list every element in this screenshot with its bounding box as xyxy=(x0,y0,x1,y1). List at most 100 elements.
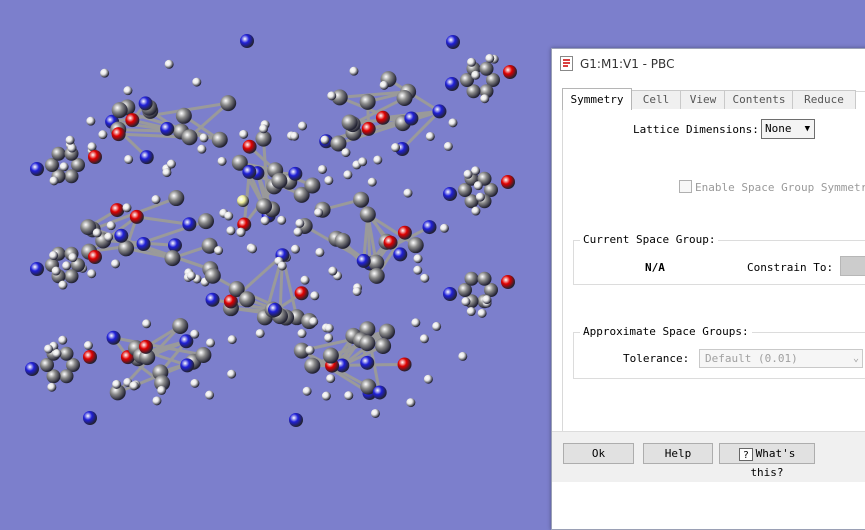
hydrogen-atom xyxy=(478,309,487,318)
hydrogen-atom xyxy=(318,165,327,174)
carbon-atom xyxy=(60,347,74,361)
carbon-atom xyxy=(304,358,320,374)
nitrogen-atom xyxy=(30,262,44,276)
nitrogen-atom xyxy=(445,77,459,91)
hydrogen-atom xyxy=(122,203,131,212)
oxygen-atom xyxy=(88,250,102,264)
hydrogen-atom xyxy=(403,189,412,198)
oxygen-atom xyxy=(384,236,398,250)
nitrogen-atom xyxy=(206,293,220,307)
hydrogen-atom xyxy=(142,319,151,328)
hydrogen-atom xyxy=(248,244,257,253)
hydrogen-atom xyxy=(100,69,109,78)
nitrogen-atom xyxy=(443,287,457,301)
tab-cell[interactable]: Cell xyxy=(630,90,682,109)
hydrogen-atom xyxy=(60,162,69,171)
hydrogen-atom xyxy=(52,349,61,358)
enable-symmetry-checkbox[interactable] xyxy=(679,180,692,193)
carbon-atom xyxy=(195,347,211,363)
hydrogen-atom xyxy=(261,216,270,225)
oxygen-atom xyxy=(398,357,412,371)
window-title: G1:M1:V1 - PBC xyxy=(580,57,674,71)
hydrogen-atom xyxy=(214,246,223,255)
title-bar[interactable]: G1:M1:V1 - PBC xyxy=(552,49,865,80)
hydrogen-atom xyxy=(391,143,400,152)
tab-symmetry[interactable]: Symmetry xyxy=(562,88,632,110)
carbon-atom xyxy=(205,268,221,284)
hydrogen-atom xyxy=(239,130,248,139)
tolerance-select[interactable]: Default (0.01) ⌄ xyxy=(699,349,863,368)
button-bar: Ok Help ? What's this? xyxy=(552,431,865,482)
carbon-atom xyxy=(360,94,376,110)
help-button[interactable]: Help xyxy=(643,443,713,464)
hydrogen-atom xyxy=(52,267,61,276)
carbon-atom xyxy=(478,272,492,286)
nitrogen-atom xyxy=(25,362,39,376)
atom-layer xyxy=(25,34,517,427)
hydrogen-atom xyxy=(228,335,237,344)
hydrogen-atom xyxy=(420,334,429,343)
carbon-atom xyxy=(65,169,79,183)
oxygen-atom xyxy=(110,203,124,217)
carbon-atom xyxy=(323,348,339,364)
hydrogen-atom xyxy=(341,148,350,157)
nitrogen-atom xyxy=(140,150,154,164)
nitrogen-atom xyxy=(30,162,44,176)
carbon-atom xyxy=(360,207,376,223)
nitrogen-atom xyxy=(404,111,418,125)
oxygen-atom xyxy=(501,275,515,289)
molecular-structure[interactable] xyxy=(0,0,550,516)
oxygen-atom xyxy=(295,286,309,300)
hydrogen-atom xyxy=(440,224,449,233)
ok-button[interactable]: Ok xyxy=(563,443,634,464)
current-space-group-title: Current Space Group: xyxy=(580,233,718,246)
whats-this-button[interactable]: ? What's this? xyxy=(719,443,815,464)
hydrogen-atom xyxy=(324,333,333,342)
hydrogen-atom xyxy=(278,261,287,270)
hydrogen-atom xyxy=(301,276,310,285)
sulfur-atom xyxy=(237,195,249,207)
hydrogen-atom xyxy=(87,269,96,278)
tab-reduce[interactable]: Reduce xyxy=(792,90,856,109)
hydrogen-atom xyxy=(328,267,337,276)
lattice-dimensions-select[interactable]: None ▼ xyxy=(761,119,815,139)
hydrogen-atom xyxy=(151,195,160,204)
hydrogen-atom xyxy=(295,219,304,228)
carbon-atom xyxy=(480,62,494,76)
oxygen-atom xyxy=(112,127,126,141)
hydrogen-atom xyxy=(467,307,476,316)
molecule-viewport[interactable] xyxy=(0,0,550,516)
hydrogen-atom xyxy=(326,374,335,383)
hydrogen-atom xyxy=(152,396,161,405)
nitrogen-atom xyxy=(422,220,436,234)
hydrogen-atom xyxy=(358,157,367,166)
hydrogen-atom xyxy=(294,228,303,237)
hydrogen-atom xyxy=(98,130,107,139)
oxygen-atom xyxy=(362,122,376,136)
hydrogen-atom xyxy=(413,254,422,263)
hydrogen-atom xyxy=(344,391,353,400)
carbon-atom xyxy=(65,269,79,283)
approximate-space-groups-title: Approximate Space Groups: xyxy=(580,325,752,338)
nitrogen-atom xyxy=(432,104,446,118)
carbon-atom xyxy=(52,147,66,161)
nitrogen-atom xyxy=(446,35,460,49)
nitrogen-atom xyxy=(83,411,97,425)
carbon-atom xyxy=(182,129,198,145)
hydrogen-atom xyxy=(47,383,56,392)
carbon-atom xyxy=(397,90,413,106)
tab-contents[interactable]: Contents xyxy=(724,90,794,109)
hydrogen-atom xyxy=(130,381,139,390)
hydrogen-atom xyxy=(93,228,102,237)
hydrogen-atom xyxy=(353,287,362,296)
constrain-to-select[interactable] xyxy=(840,256,865,276)
hydrogen-atom xyxy=(474,181,483,190)
nitrogen-atom xyxy=(357,254,371,268)
lattice-dimensions-label: Lattice Dimensions: xyxy=(633,123,759,136)
carbon-atom xyxy=(256,198,272,214)
nitrogen-atom xyxy=(443,187,457,201)
hydrogen-atom xyxy=(165,60,174,69)
hydrogen-atom xyxy=(464,170,473,179)
tab-view[interactable]: View xyxy=(680,90,726,109)
oxygen-atom xyxy=(125,113,139,127)
